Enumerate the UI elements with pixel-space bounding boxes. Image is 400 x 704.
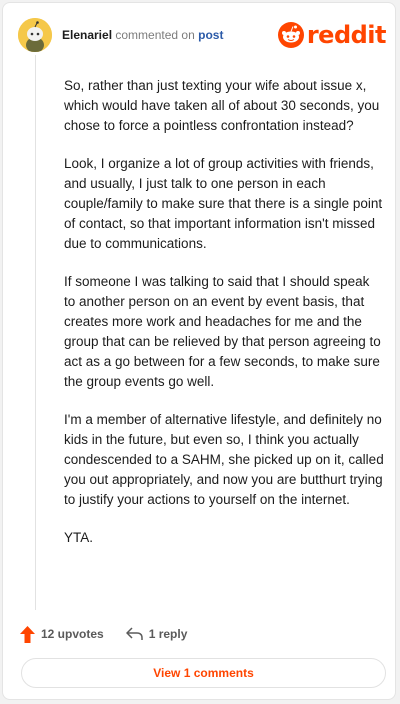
brand-wordmark: reddit	[306, 21, 387, 49]
meta-action-text: commented on	[115, 28, 195, 42]
reddit-snoo-icon	[277, 22, 304, 48]
upvote-button[interactable]: 12 upvotes	[20, 625, 104, 643]
post-link[interactable]: post	[198, 28, 223, 42]
comment-body: So, rather than just texting your wife a…	[64, 76, 384, 566]
upvote-arrow-icon	[20, 625, 35, 643]
reply-count: 1 reply	[148, 627, 188, 641]
comment-paragraph: I'm a member of alternative lifestyle, a…	[64, 412, 384, 507]
snoo-avatar-icon	[18, 18, 52, 52]
reply-arrow-icon	[125, 627, 143, 640]
comment-meta: Elenariel commented on post	[62, 28, 223, 42]
thread-line	[35, 55, 36, 610]
upvote-count: 12 upvotes	[41, 627, 104, 641]
author-name[interactable]: Elenariel	[62, 28, 112, 42]
comment-paragraph: YTA.	[64, 530, 94, 545]
comment-paragraph: So, rather than just texting your wife a…	[64, 78, 380, 133]
comment-paragraph: Look, I organize a lot of group activiti…	[64, 156, 383, 251]
comment-paragraph: If someone I was talking to said that I …	[64, 274, 381, 389]
reply-button[interactable]: 1 reply	[125, 627, 188, 641]
comment-header: Elenariel commented on post reddit	[18, 18, 388, 54]
comment-card: Elenariel commented on post reddit So, r…	[2, 2, 396, 700]
avatar[interactable]	[18, 18, 52, 52]
reddit-logo[interactable]: reddit	[277, 21, 387, 49]
view-comments-button[interactable]: View 1 comments	[21, 658, 386, 688]
comment-actions: 12 upvotes 1 reply	[20, 623, 320, 645]
